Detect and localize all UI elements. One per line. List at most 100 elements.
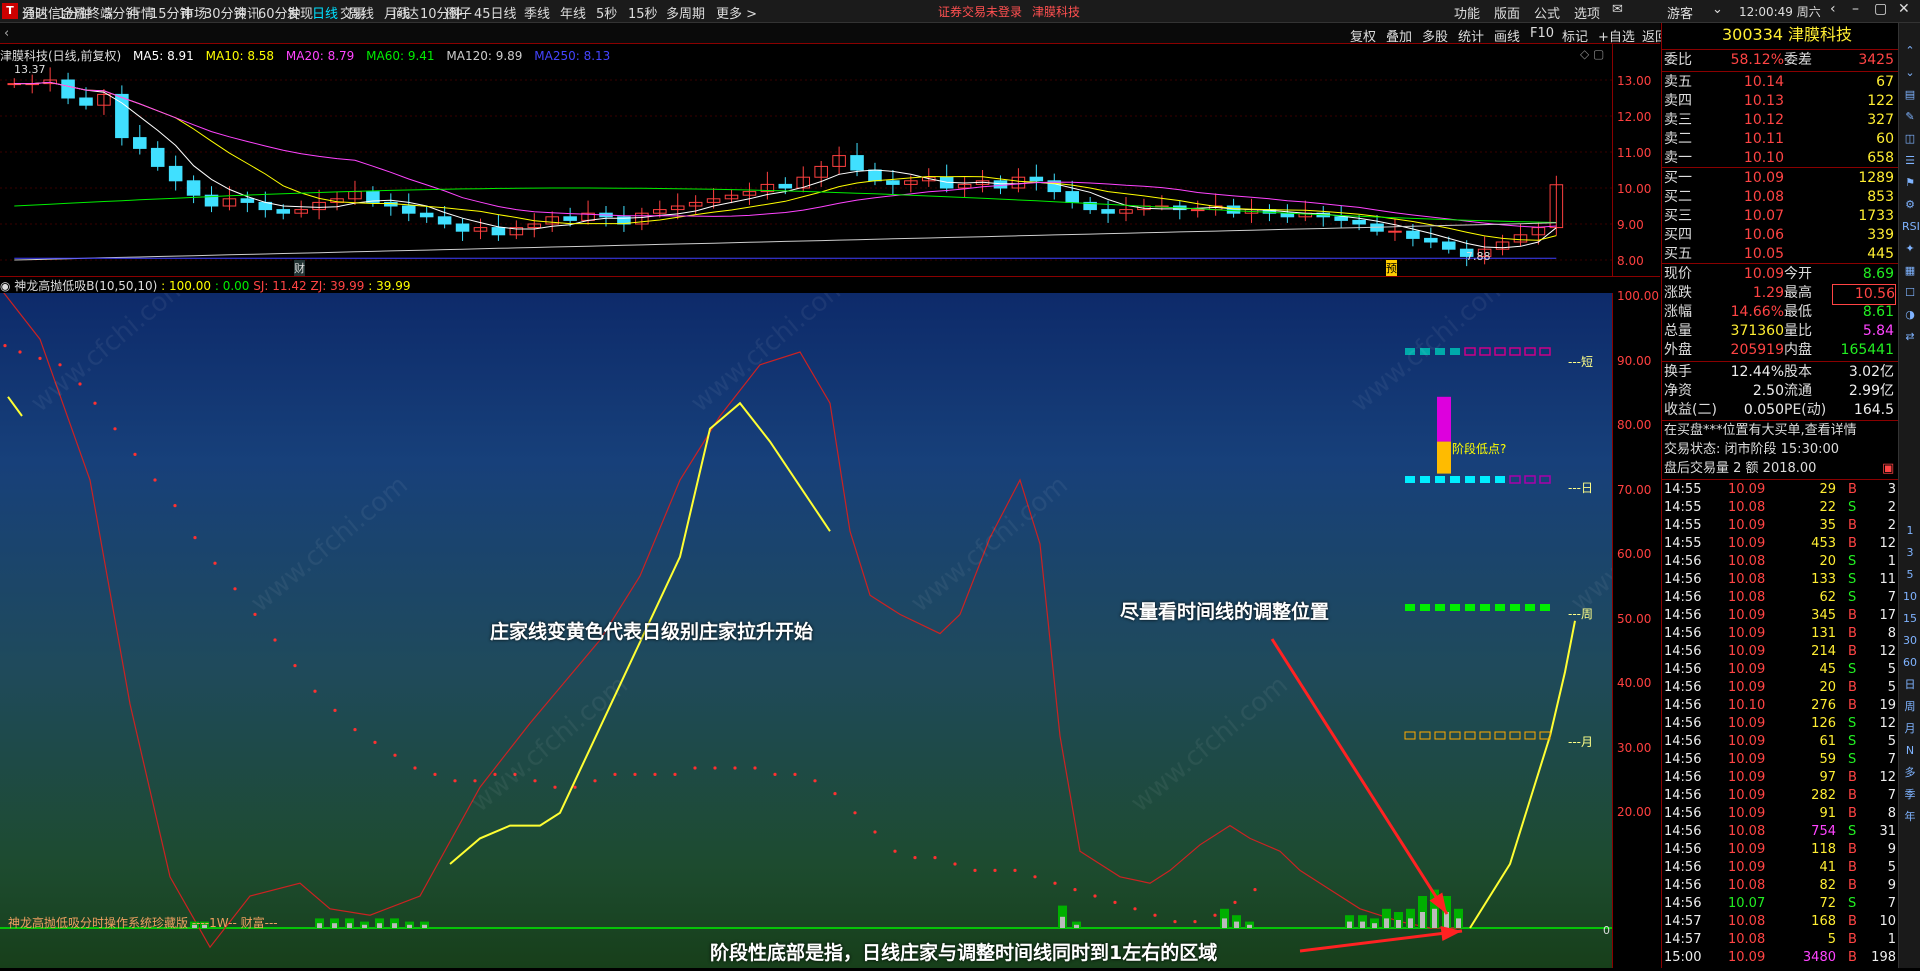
ind-name[interactable]: 神龙高抛低吸B(10,50,10) bbox=[14, 279, 157, 293]
stock-name: 津膜科技 bbox=[1788, 25, 1853, 44]
tool-0[interactable]: 复权 bbox=[1350, 26, 1376, 45]
strip-period-0[interactable]: 1 bbox=[1902, 523, 1918, 539]
tool-4[interactable]: 画线 bbox=[1494, 26, 1520, 45]
strip-period-7[interactable]: 日 bbox=[1902, 677, 1918, 693]
indicator-footer: 神龙高抛低吸分时操作系统珍藏版 ----1W-- 财富--- bbox=[8, 916, 278, 930]
strip-tool-icon[interactable]: ⇄ bbox=[1902, 329, 1918, 345]
period-5[interactable]: 60分钟 bbox=[258, 3, 301, 22]
period-4[interactable]: 30分钟 bbox=[204, 3, 247, 22]
clock: 12:00:49 周六 bbox=[1739, 5, 1821, 19]
ask-row[interactable]: 卖二 10.11 60 bbox=[1662, 130, 1898, 149]
bid-row[interactable]: 买三 10.07 1733 bbox=[1662, 207, 1898, 226]
period-16[interactable]: 更多 > bbox=[716, 3, 757, 22]
bid-row[interactable]: 买一 10.09 1289 bbox=[1662, 169, 1898, 188]
strip-tool-icon[interactable]: ✎ bbox=[1902, 109, 1918, 125]
ask-row[interactable]: 卖一 10.10 658 bbox=[1662, 149, 1898, 168]
menu-xuanxiang[interactable]: 选项 bbox=[1574, 3, 1600, 22]
period-9[interactable]: 10分钟 bbox=[420, 3, 463, 22]
strip-tool-icon[interactable]: ⚙ bbox=[1902, 197, 1918, 213]
big-order-notice[interactable]: 在买盘***位置有大买单,查看详情 bbox=[1662, 421, 1898, 440]
stat2-row: 换手 12.44% 股本 3.02亿 bbox=[1664, 364, 1894, 380]
forecast-marker[interactable]: 预 bbox=[1386, 260, 1397, 276]
tick-row: 14:55 10.09 453 B 12 bbox=[1664, 536, 1896, 551]
tool-1[interactable]: 叠加 bbox=[1386, 26, 1412, 45]
period-2[interactable]: 5分钟 bbox=[104, 3, 138, 22]
mail-icon[interactable]: ✉ bbox=[1612, 2, 1623, 17]
period-7[interactable]: 周线 bbox=[348, 3, 374, 22]
tick-row: 14:56 10.08 20 S 1 bbox=[1664, 554, 1896, 569]
menu-banmian[interactable]: 版面 bbox=[1494, 3, 1520, 22]
strip-period-6[interactable]: 60 bbox=[1902, 655, 1918, 671]
menu-gongneng[interactable]: 功能 bbox=[1454, 3, 1480, 22]
strip-tool-icon[interactable]: ✦ bbox=[1902, 241, 1918, 257]
strip-period-9[interactable]: 月 bbox=[1902, 721, 1918, 737]
strip-period-10[interactable]: N bbox=[1902, 743, 1918, 759]
period-15[interactable]: 多周期 bbox=[666, 3, 705, 22]
strip-tool-icon[interactable]: ☰ bbox=[1902, 153, 1918, 169]
period-14[interactable]: 15秒 bbox=[628, 3, 658, 22]
period-6[interactable]: 日线 bbox=[312, 3, 338, 22]
period-12[interactable]: 年线 bbox=[560, 3, 586, 22]
strip-period-1[interactable]: 3 bbox=[1902, 545, 1918, 561]
period-11[interactable]: 季线 bbox=[524, 3, 550, 22]
ind-tick: 30.00 bbox=[1617, 740, 1652, 755]
indicator-legend: ◉ 神龙高抛低吸B(10,50,10) : 100.00 : 0.00 SJ: … bbox=[0, 277, 1660, 293]
ask-row[interactable]: 卖四 10.13 122 bbox=[1662, 92, 1898, 111]
tick-row: 14:57 10.08 5 B 1 bbox=[1664, 932, 1896, 947]
period-1[interactable]: 1分钟 bbox=[58, 3, 92, 22]
strip-period-13[interactable]: 年 bbox=[1902, 809, 1918, 825]
price-tick: 12.00 bbox=[1617, 110, 1652, 124]
strip-period-4[interactable]: 15 bbox=[1902, 611, 1918, 627]
stat-row: 涨跌 1.29 最高 10.56 bbox=[1662, 284, 1898, 305]
strip-tool-icon[interactable]: ▦ bbox=[1902, 263, 1918, 279]
close-icon[interactable]: ✕ bbox=[1898, 1, 1910, 17]
after-hours-icon[interactable]: ▣ bbox=[1882, 459, 1894, 478]
strip-period-8[interactable]: 周 bbox=[1902, 699, 1918, 715]
sidebar-toggle-icon[interactable]: ‹ bbox=[4, 26, 9, 41]
period-10[interactable]: 45日线 bbox=[474, 3, 517, 22]
maximize-icon[interactable]: ▢ bbox=[1874, 1, 1887, 17]
kline-chart[interactable] bbox=[0, 44, 1660, 277]
tick-row: 14:56 10.09 118 B 9 bbox=[1664, 842, 1896, 857]
strip-period-2[interactable]: 5 bbox=[1902, 567, 1918, 583]
login-warning[interactable]: 证券交易未登录 bbox=[938, 3, 1022, 20]
period-13[interactable]: 5秒 bbox=[596, 3, 617, 22]
user-label[interactable]: 游客 bbox=[1667, 3, 1693, 22]
tool-6[interactable]: 标记 bbox=[1562, 26, 1588, 45]
stat-row: 现价 10.09 今开 8.69 bbox=[1664, 266, 1894, 282]
tf-month-label: ---月 bbox=[1568, 735, 1594, 749]
strip-period-11[interactable]: 多 bbox=[1902, 765, 1918, 781]
finance-marker[interactable]: 财 bbox=[294, 260, 305, 276]
strip-tool-icon[interactable]: RSI bbox=[1902, 219, 1920, 235]
period-8[interactable]: 月线 bbox=[384, 3, 410, 22]
legend-ma10: MA10: 8.58 bbox=[205, 49, 275, 63]
strip-tool-icon[interactable]: ☐ bbox=[1902, 285, 1918, 301]
period-0[interactable]: 分时 bbox=[22, 3, 48, 22]
tool-3[interactable]: 统计 bbox=[1458, 26, 1484, 45]
tool-7[interactable]: +自选 bbox=[1598, 26, 1635, 45]
back-icon[interactable]: ‹ bbox=[1830, 1, 1836, 17]
strip-tool-icon[interactable]: ⚑ bbox=[1902, 175, 1918, 191]
period-3[interactable]: 15分钟 bbox=[150, 3, 193, 22]
strip-period-3[interactable]: 10 bbox=[1902, 589, 1918, 605]
tool-5[interactable]: F10 bbox=[1530, 26, 1554, 41]
strip-period-12[interactable]: 季 bbox=[1902, 787, 1918, 803]
tool-2[interactable]: 多股 bbox=[1422, 26, 1448, 45]
minimize-icon[interactable]: – bbox=[1852, 1, 1859, 17]
stat2-row: 净资 2.50 流通 2.99亿 bbox=[1664, 383, 1894, 399]
ask-row[interactable]: 卖三 10.12 327 bbox=[1662, 111, 1898, 130]
strip-tool-icon[interactable]: ⌄ bbox=[1902, 65, 1918, 81]
chevron-down-icon[interactable]: ⌄ bbox=[1712, 2, 1723, 17]
menu-gongshi[interactable]: 公式 bbox=[1534, 3, 1560, 22]
chart-settings-icon[interactable]: ◇ ▢ bbox=[1580, 47, 1604, 61]
strip-period-5[interactable]: 30 bbox=[1902, 633, 1918, 649]
bid-row[interactable]: 买四 10.06 339 bbox=[1662, 226, 1898, 245]
ask-row[interactable]: 卖五 10.14 67 bbox=[1662, 73, 1898, 92]
strip-tool-icon[interactable]: ▤ bbox=[1902, 87, 1918, 103]
app-logo-icon[interactable]: T bbox=[2, 3, 18, 19]
bid-row[interactable]: 买二 10.08 853 bbox=[1662, 188, 1898, 207]
bid-row[interactable]: 买五 10.05 445 bbox=[1662, 245, 1898, 264]
strip-tool-icon[interactable]: ⌃ bbox=[1902, 43, 1918, 59]
strip-tool-icon[interactable]: ◫ bbox=[1902, 131, 1918, 147]
strip-tool-icon[interactable]: ◑ bbox=[1902, 307, 1918, 323]
